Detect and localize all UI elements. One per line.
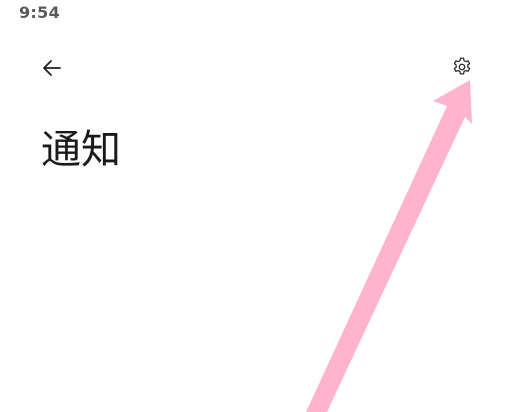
arrow-shape xyxy=(306,80,472,412)
page-title: 通知 xyxy=(41,127,121,173)
settings-button[interactable] xyxy=(446,51,478,83)
status-time: 9:54 xyxy=(19,3,60,22)
back-button[interactable] xyxy=(36,52,68,84)
gear-icon xyxy=(453,57,471,75)
status-bar: 9:54 xyxy=(0,0,513,28)
annotation-arrow xyxy=(306,80,472,412)
arrow-left-icon xyxy=(43,60,61,76)
